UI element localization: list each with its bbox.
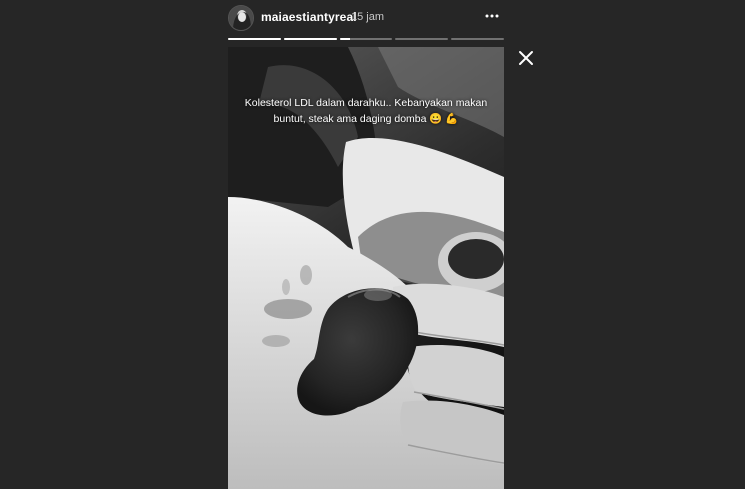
story-viewer: maiaestiantyreal 15 jam Kolesterol LDL d… [0, 0, 745, 489]
avatar[interactable] [228, 5, 254, 31]
more-options-button[interactable] [484, 8, 500, 24]
story-progress-segment [451, 38, 504, 40]
close-icon [519, 51, 533, 65]
username-link[interactable]: maiaestiantyreal [261, 10, 357, 24]
story-progress-fill [339, 38, 351, 40]
close-button[interactable] [517, 49, 535, 67]
story-progress-segment [283, 38, 337, 40]
story-progress-fill [228, 38, 281, 40]
story-progress-segment [228, 38, 281, 40]
story-media[interactable]: Kolesterol LDL dalam darahku.. Kebanyaka… [228, 47, 504, 489]
story-progress-segment [395, 38, 449, 40]
story-timestamp: 15 jam [351, 11, 385, 23]
more-horizontal-icon [485, 14, 499, 18]
story-header: maiaestiantyreal 15 jam [228, 4, 504, 44]
story-progress-segment [339, 38, 393, 40]
story-progress-bars [228, 38, 504, 40]
story-caption: Kolesterol LDL dalam darahku.. Kebanyaka… [244, 97, 488, 125]
story-progress-fill [283, 38, 337, 40]
